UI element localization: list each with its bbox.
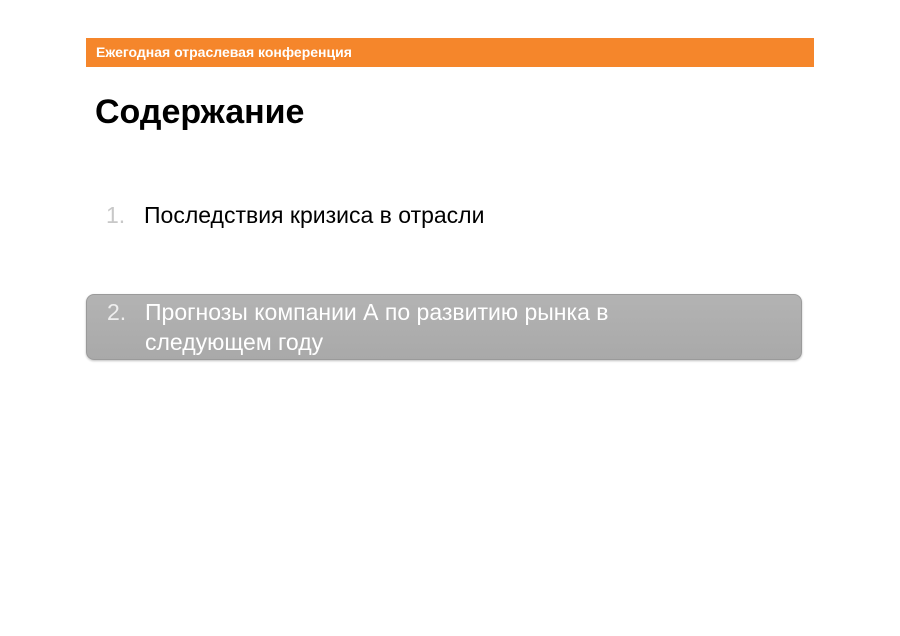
agenda-item-1: 1. Последствия кризиса в отрасли bbox=[86, 200, 802, 236]
agenda-item-label: Последствия кризиса в отрасли bbox=[144, 202, 485, 228]
agenda-item-2-highlighted: 2. Прогнозы компании А по развитию рынка… bbox=[86, 294, 802, 360]
agenda-item-number: 2. bbox=[107, 299, 127, 325]
page-title: Содержание bbox=[95, 93, 305, 131]
agenda-item-label: Прогнозы компании А по развитию рынка в … bbox=[145, 299, 609, 355]
conference-banner: Ежегодная отраслевая конференция bbox=[86, 38, 814, 67]
agenda-item-number: 1. bbox=[106, 202, 126, 228]
